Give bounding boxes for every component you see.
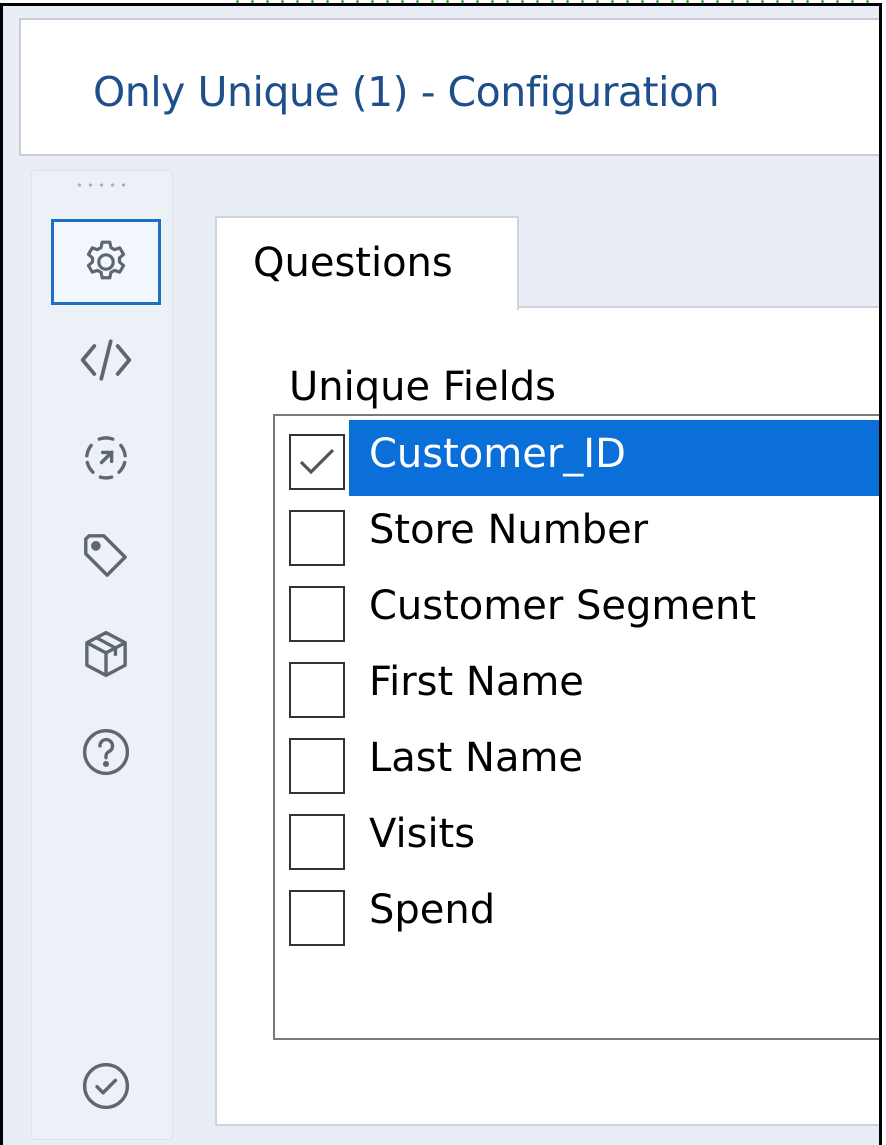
- list-item[interactable]: Customer Segment: [275, 572, 879, 648]
- gear-icon: [86, 240, 126, 280]
- sidebar-item-metadata[interactable]: [51, 611, 161, 697]
- config-sidebar: [31, 170, 173, 1140]
- checkbox-last-name[interactable]: [289, 738, 345, 794]
- title-bar: Only Unique (1) - Configuration: [19, 18, 879, 156]
- checkbox-visits[interactable]: [289, 814, 345, 870]
- list-item[interactable]: Spend: [275, 876, 879, 952]
- question-icon: [82, 728, 130, 776]
- code-icon: [80, 339, 132, 381]
- tab-questions[interactable]: Questions: [215, 216, 519, 310]
- drag-grip[interactable]: [74, 183, 130, 187]
- sidebar-item-interface[interactable]: [51, 415, 161, 501]
- sidebar-item-validation[interactable]: [51, 1043, 161, 1129]
- list-item[interactable]: Last Name: [275, 724, 879, 800]
- list-item[interactable]: Store Number: [275, 496, 879, 572]
- checkbox-customer-id[interactable]: [289, 434, 345, 490]
- cube-icon: [85, 630, 127, 678]
- list-item-label: First Name: [369, 659, 584, 705]
- sidebar-item-help[interactable]: [51, 709, 161, 795]
- list-item-label: Last Name: [369, 735, 584, 781]
- tab-questions-label: Questions: [253, 240, 453, 286]
- sidebar-item-configuration[interactable]: [51, 219, 161, 305]
- list-item[interactable]: First Name: [275, 648, 879, 724]
- checkbox-first-name[interactable]: [289, 662, 345, 718]
- unique-fields-list[interactable]: Customer_ID Store Number Customer Segmen…: [273, 414, 879, 1040]
- sidebar-item-xml-view[interactable]: [51, 317, 161, 403]
- sidebar-item-annotation[interactable]: [51, 513, 161, 599]
- list-item[interactable]: Customer_ID: [275, 420, 879, 496]
- list-item[interactable]: Visits: [275, 800, 879, 876]
- list-item-label: Customer Segment: [369, 583, 757, 629]
- list-item-label: Store Number: [369, 507, 649, 553]
- configuration-window: Only Unique (1) - Configuration Question…: [0, 3, 882, 1145]
- interface-arrow-icon: [85, 436, 127, 480]
- list-item-label: Visits: [369, 811, 476, 857]
- checkbox-customer-segment[interactable]: [289, 586, 345, 642]
- list-item-label: Customer_ID: [349, 420, 879, 496]
- check-circle-icon: [82, 1062, 130, 1110]
- checkbox-store-number[interactable]: [289, 510, 345, 566]
- tag-icon: [84, 534, 127, 577]
- list-item-label: Spend: [369, 887, 496, 933]
- checkbox-spend[interactable]: [289, 890, 345, 946]
- checkmark-icon: [299, 448, 335, 475]
- window-title: Only Unique (1) - Configuration: [93, 68, 720, 116]
- unique-fields-heading: Unique Fields: [289, 364, 556, 410]
